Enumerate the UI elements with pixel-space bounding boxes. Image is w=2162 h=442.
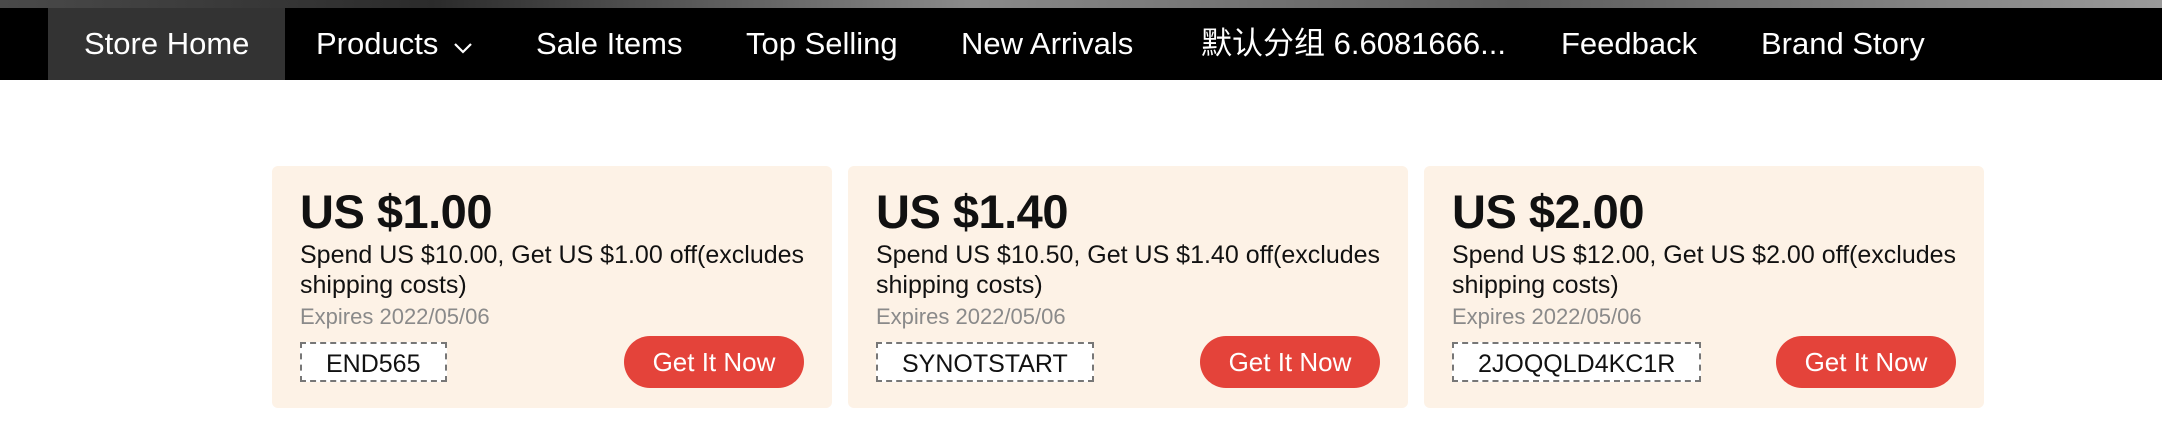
coupon-expiry: Expires 2022/05/06 — [300, 304, 490, 329]
chevron-down-icon — [453, 8, 473, 80]
coupon-amount: US $1.40 — [876, 185, 1068, 238]
coupon-card: US $1.00 Spend US $10.00, Get US $1.00 o… — [272, 166, 832, 408]
coupon-code[interactable]: END565 — [300, 342, 447, 382]
coupon-card: US $2.00 Spend US $12.00, Get US $2.00 o… — [1424, 166, 1984, 408]
nav-item-top-selling[interactable]: Top Selling — [746, 8, 898, 80]
nav-item-brand-story[interactable]: Brand Story — [1761, 8, 1925, 80]
get-it-now-button[interactable]: Get It Now — [1776, 336, 1956, 388]
coupon-code[interactable]: 2JOQQLD4KC1R — [1452, 342, 1702, 382]
nav-item-default-group[interactable]: 默认分组 6.6081666... — [1201, 8, 1506, 80]
coupon-description: Spend US $12.00, Get US $2.00 off(exclud… — [1452, 241, 1957, 299]
store-banner-image — [0, 0, 2162, 8]
nav-item-products[interactable]: Products — [316, 8, 473, 80]
nav-item-label: Top Selling — [746, 26, 898, 61]
nav-item-label: Products — [316, 26, 439, 61]
get-it-now-button[interactable]: Get It Now — [1200, 336, 1380, 388]
nav-item-label: Store Home — [84, 26, 250, 61]
store-nav-bar: Store Home Products Sale Items Top Selli… — [0, 8, 2162, 80]
nav-item-label: Brand Story — [1761, 26, 1925, 61]
nav-item-label: Feedback — [1561, 26, 1698, 61]
get-it-now-button[interactable]: Get It Now — [624, 336, 804, 388]
nav-item-label: Sale Items — [536, 26, 683, 61]
coupon-amount: US $2.00 — [1452, 185, 1644, 238]
coupon-expiry: Expires 2022/05/06 — [876, 304, 1066, 329]
coupon-amount: US $1.00 — [300, 185, 492, 238]
coupon-card: US $1.40 Spend US $10.50, Get US $1.40 o… — [848, 166, 1408, 408]
nav-item-feedback[interactable]: Feedback — [1561, 8, 1697, 80]
coupon-description: Spend US $10.00, Get US $1.00 off(exclud… — [300, 241, 805, 299]
nav-item-label: 默认分组 6.6081666... — [1201, 26, 1506, 61]
nav-item-new-arrivals[interactable]: New Arrivals — [961, 8, 1133, 80]
coupon-expiry: Expires 2022/05/06 — [1452, 304, 1642, 329]
coupon-description: Spend US $10.50, Get US $1.40 off(exclud… — [876, 241, 1381, 299]
nav-item-label: New Arrivals — [961, 26, 1134, 61]
coupon-code[interactable]: SYNOTSTART — [876, 342, 1094, 382]
nav-item-sale-items[interactable]: Sale Items — [536, 8, 682, 80]
nav-item-store-home[interactable]: Store Home — [48, 8, 286, 80]
